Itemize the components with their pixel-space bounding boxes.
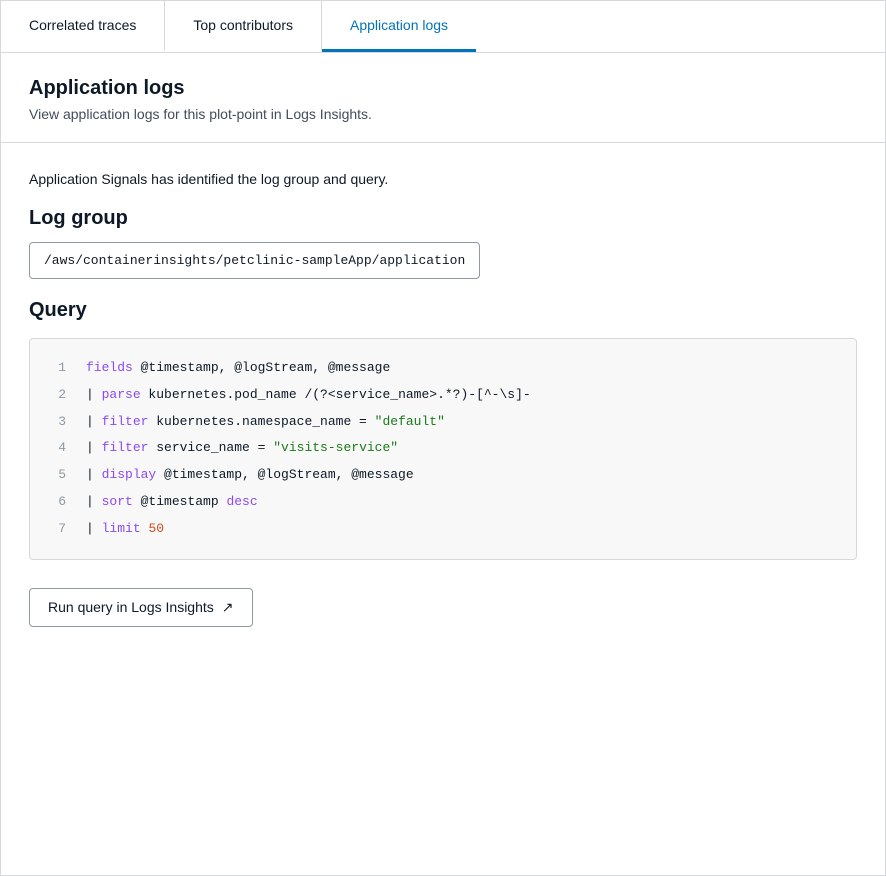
line-number-7: 7	[46, 519, 66, 540]
header-section: Application logs View application logs f…	[1, 53, 885, 143]
log-group-value: /aws/containerinsights/petclinic-sampleA…	[29, 242, 480, 279]
query-code-block: 1 fields @timestamp, @logStream, @messag…	[29, 338, 857, 560]
code-line-4: 4 | filter service_name = "visits-servic…	[30, 435, 856, 462]
line-number-2: 2	[46, 385, 66, 406]
run-query-label: Run query in Logs Insights	[48, 599, 214, 615]
external-link-icon: ↗	[222, 599, 234, 616]
signals-identified-text: Application Signals has identified the l…	[29, 171, 857, 187]
tab-bar: Correlated traces Top contributors Appli…	[1, 1, 885, 53]
line-content-7: | limit 50	[86, 519, 164, 540]
main-container: Correlated traces Top contributors Appli…	[0, 0, 886, 876]
code-line-1: 1 fields @timestamp, @logStream, @messag…	[30, 355, 856, 382]
code-line-6: 6 | sort @timestamp desc	[30, 489, 856, 516]
line-number-6: 6	[46, 492, 66, 513]
log-group-label: Log group	[29, 207, 857, 230]
query-label: Query	[29, 299, 857, 322]
line-content-5: | display @timestamp, @logStream, @messa…	[86, 465, 414, 486]
line-content-1: fields @timestamp, @logStream, @message	[86, 358, 390, 379]
line-content-2: | parse kubernetes.pod_name /(?<service_…	[86, 385, 531, 406]
page-title: Application logs	[29, 77, 857, 100]
line-content-3: | filter kubernetes.namespace_name = "de…	[86, 412, 445, 433]
tab-top-contributors[interactable]: Top contributors	[165, 1, 322, 52]
tab-application-logs[interactable]: Application logs	[322, 1, 476, 52]
line-content-4: | filter service_name = "visits-service"	[86, 438, 398, 459]
code-line-2: 2 | parse kubernetes.pod_name /(?<servic…	[30, 382, 856, 409]
line-content-6: | sort @timestamp desc	[86, 492, 258, 513]
tab-correlated-traces[interactable]: Correlated traces	[1, 1, 165, 52]
code-line-3: 3 | filter kubernetes.namespace_name = "…	[30, 409, 856, 436]
code-line-7: 7 | limit 50	[30, 516, 856, 543]
line-number-5: 5	[46, 465, 66, 486]
content-area: Application logs View application logs f…	[1, 53, 885, 655]
code-line-5: 5 | display @timestamp, @logStream, @mes…	[30, 462, 856, 489]
body-section: Application Signals has identified the l…	[1, 143, 885, 655]
page-subtitle: View application logs for this plot-poin…	[29, 106, 857, 122]
line-number-4: 4	[46, 438, 66, 459]
run-query-button[interactable]: Run query in Logs Insights ↗	[29, 588, 253, 627]
line-number-3: 3	[46, 412, 66, 433]
line-number-1: 1	[46, 358, 66, 379]
